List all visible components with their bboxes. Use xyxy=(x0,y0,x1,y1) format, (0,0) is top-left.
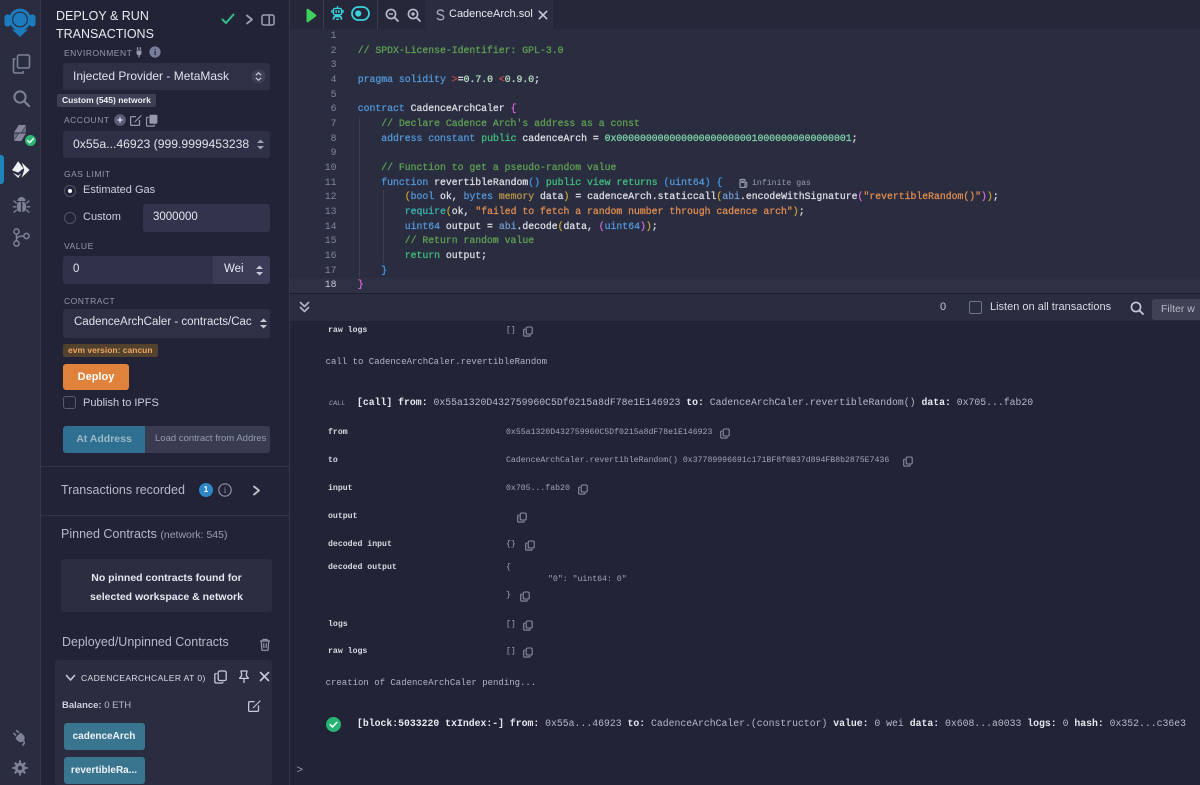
svg-text:i: i xyxy=(224,485,227,495)
